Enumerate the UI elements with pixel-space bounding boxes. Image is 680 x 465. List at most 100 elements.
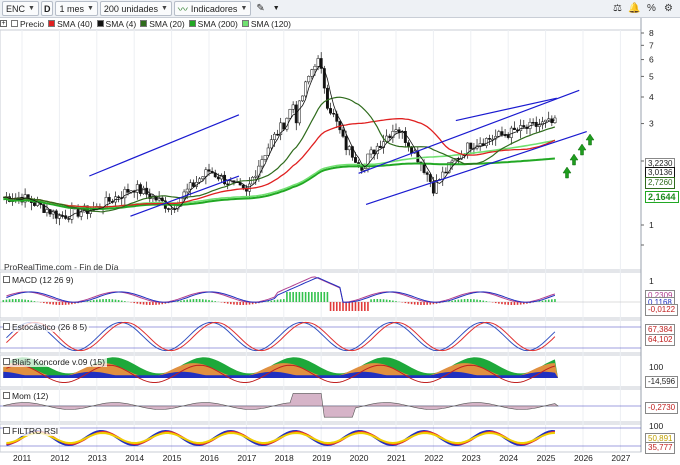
mom-title: Mom (12) <box>12 390 49 401</box>
macd-histogram-bar <box>92 300 95 302</box>
time-axis-label: 2012 <box>50 453 69 463</box>
macd-histogram-bar <box>33 301 36 302</box>
macd-histogram-bar <box>314 292 316 302</box>
time-axis-label: 2021 <box>387 453 406 463</box>
rsi-title: FILTRO RSI <box>12 425 59 436</box>
candle-body <box>79 211 83 217</box>
candle-body <box>444 171 448 174</box>
candle-body <box>57 215 61 219</box>
macd-histogram-bar <box>114 299 117 302</box>
macd-histogram-bar <box>551 299 553 302</box>
candle-body <box>500 131 504 135</box>
macd-histogram-bar <box>451 300 453 302</box>
candle-body <box>478 143 482 147</box>
candle-body <box>537 124 541 127</box>
macd-histogram-bar <box>11 299 14 302</box>
macd-histogram-bar <box>448 301 450 302</box>
stoch-tag-2: 64,102 <box>645 334 676 346</box>
macd-histogram-bar <box>470 299 472 302</box>
macd-histogram-bar <box>301 292 304 302</box>
macd-histogram-bar <box>326 292 329 302</box>
candle-body <box>310 69 314 77</box>
macd-histogram-bar <box>133 302 135 304</box>
macd-histogram-bar <box>270 300 273 302</box>
candle-body <box>263 155 267 160</box>
macd-histogram-bar <box>317 292 319 302</box>
macd-histogram-bar <box>360 302 363 311</box>
panel-menu-icon <box>3 427 10 434</box>
macd-histogram-bar <box>276 299 279 302</box>
macd-histogram-bar <box>198 299 201 302</box>
candle-body <box>297 100 301 124</box>
macd-histogram-bar <box>410 302 413 305</box>
candle-body <box>291 104 295 110</box>
candle-body <box>450 160 454 163</box>
macd-histogram-bar <box>307 292 310 302</box>
macd-histogram-bar <box>30 300 33 302</box>
panel-label-koncorde[interactable]: Blai5 Koncorde v.09 (15) <box>3 356 107 367</box>
macd-histogram-bar <box>283 299 285 302</box>
macd-histogram-bar <box>295 292 298 302</box>
macd-histogram-bar <box>223 302 226 304</box>
panel-menu-icon <box>3 276 10 283</box>
macd-histogram-bar <box>89 300 92 302</box>
time-axis-label: 2016 <box>200 453 219 463</box>
macd-histogram-bar <box>423 302 425 305</box>
macd-histogram-bar <box>27 300 30 302</box>
macd-histogram-bar <box>370 299 372 302</box>
macd-histogram-bar <box>388 300 391 302</box>
macd-histogram-bar <box>58 302 61 305</box>
candle-body <box>347 146 351 151</box>
macd-histogram-bar <box>108 299 111 302</box>
macd-histogram-bar <box>14 299 17 302</box>
macd-histogram-bar <box>323 292 326 302</box>
macd-histogram-bar <box>124 301 126 302</box>
time-axis-label: 2027 <box>611 453 630 463</box>
mom-tag: -0,2730 <box>645 402 679 414</box>
time-axis-label: 2015 <box>163 453 182 463</box>
macd-histogram-bar <box>201 299 204 302</box>
macd-histogram-bar <box>379 299 382 302</box>
panel-label-mom[interactable]: Mom (12) <box>3 390 51 401</box>
macd-histogram-bar <box>242 302 245 305</box>
macd-histogram-bar <box>460 299 463 302</box>
candle-body <box>488 138 491 140</box>
macd-histogram-bar <box>382 299 385 302</box>
macd-histogram-bar <box>476 299 478 302</box>
macd-histogram-bar <box>292 292 294 302</box>
candle-body <box>276 133 280 136</box>
macd-histogram-bar <box>195 299 198 302</box>
candle-body <box>547 118 551 121</box>
macd-histogram-bar <box>513 302 516 305</box>
macd-histogram-bar <box>348 302 351 311</box>
panel-label-stoch[interactable]: Estocástico (26 8 5) <box>3 321 90 332</box>
macd-histogram-bar <box>152 302 154 305</box>
macd-histogram-bar <box>420 302 422 305</box>
panel-label-macd[interactable]: MACD (12 26 9) <box>3 274 76 285</box>
macd-histogram-bar <box>5 299 8 302</box>
candle-body <box>329 108 333 114</box>
candle-body <box>522 125 526 128</box>
macd-histogram-bar <box>233 302 235 305</box>
chart-canvas[interactable]: 1234567811001002011201220132014201520162… <box>0 0 680 465</box>
macd-histogram-bar <box>117 300 120 302</box>
macd-histogram-bar <box>482 300 485 302</box>
macd-histogram-bar <box>357 302 360 311</box>
rsi-tag-2: 35,777 <box>645 442 676 454</box>
macd-histogram-bar <box>494 302 497 304</box>
candle-body <box>325 87 329 109</box>
macd-histogram-bar <box>304 292 307 302</box>
app-window: ENC ▼ D 1 mes ▼ 200 unidades ▼ 〰 Indicad… <box>0 0 680 465</box>
macd-histogram-bar <box>145 302 148 305</box>
macd-histogram-bar <box>105 299 107 302</box>
candle-body <box>304 81 308 97</box>
panel-label-rsi[interactable]: FILTRO RSI <box>3 425 61 436</box>
candle-body <box>201 176 205 180</box>
candle-body <box>226 183 230 186</box>
koncorde-title: Blai5 Koncorde v.09 (15) <box>12 356 105 367</box>
time-axis-label: 2013 <box>88 453 107 463</box>
candle-body <box>67 218 71 220</box>
macd-scale-label: 1 <box>649 276 654 286</box>
macd-histogram-bar <box>404 302 407 304</box>
time-axis-label: 2022 <box>424 453 443 463</box>
